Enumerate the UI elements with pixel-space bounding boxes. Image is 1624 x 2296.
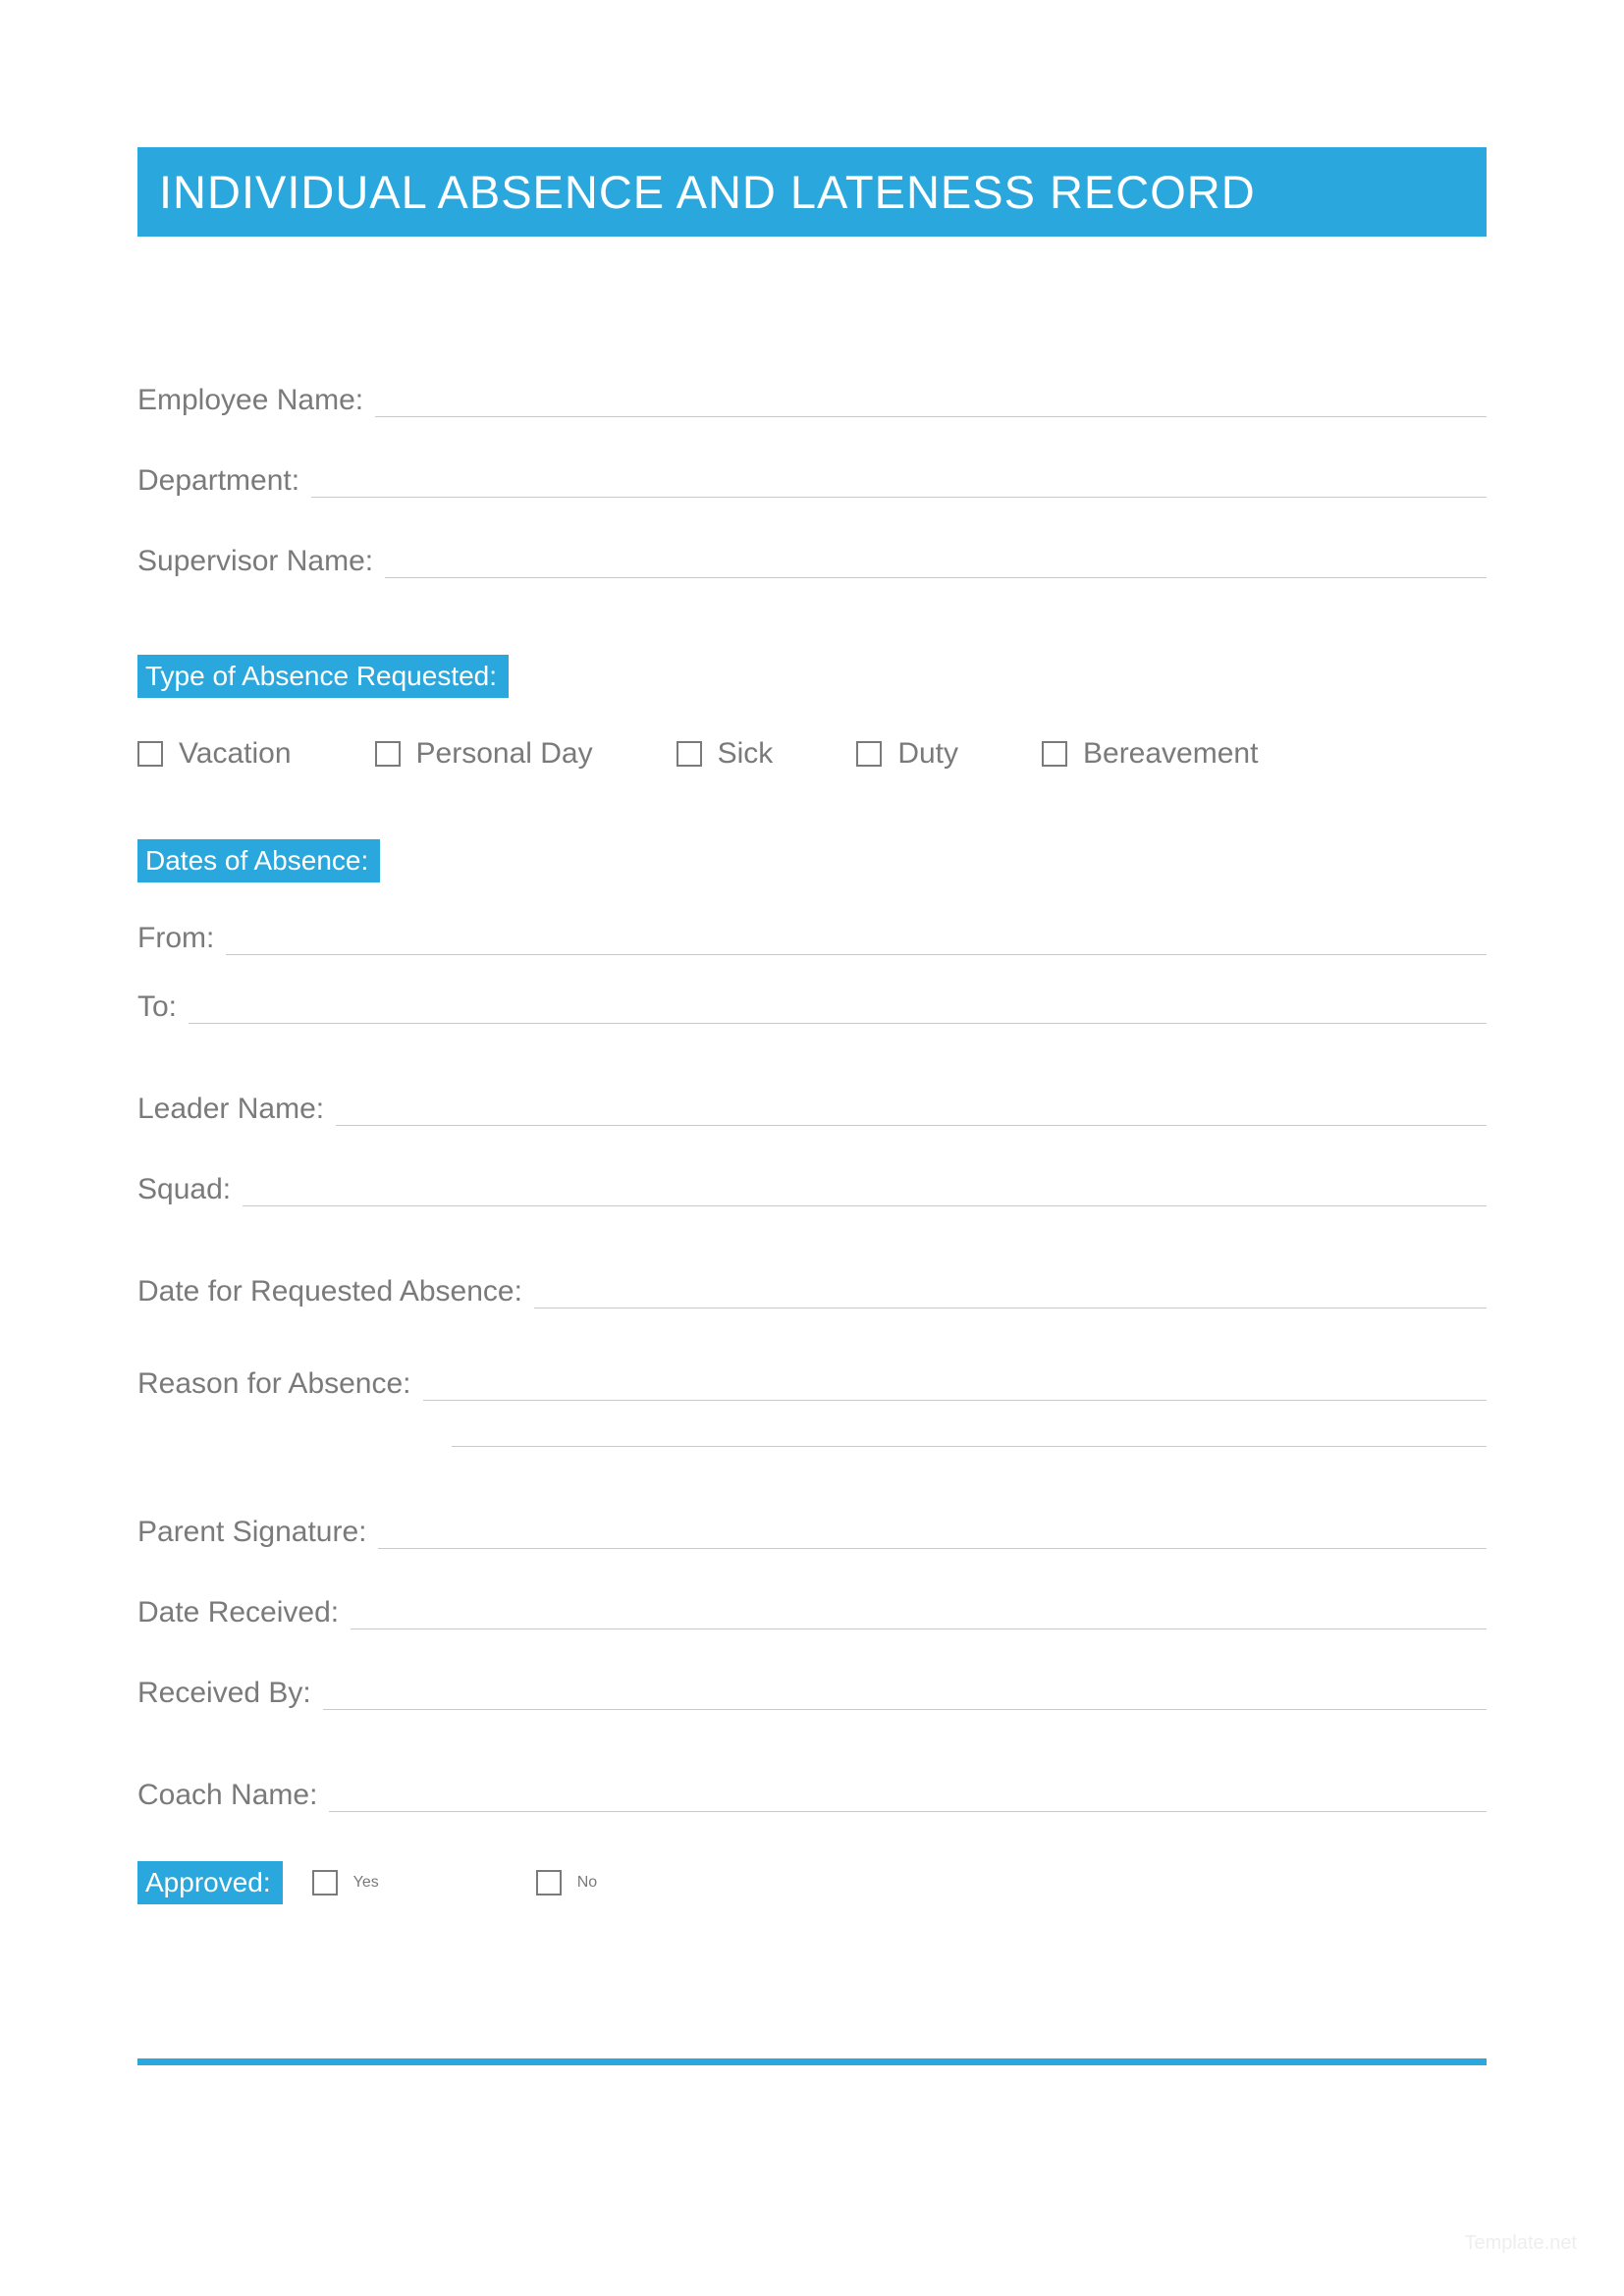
to-line[interactable]: [189, 1002, 1487, 1024]
coach-name-label: Coach Name:: [137, 1779, 317, 1812]
checkbox-icon[interactable]: [856, 741, 882, 767]
received-by-label: Received By:: [137, 1677, 311, 1710]
received-by-field[interactable]: Received By:: [137, 1677, 1487, 1710]
reason-label: Reason for Absence:: [137, 1367, 411, 1401]
checkbox-icon[interactable]: [536, 1870, 562, 1896]
supervisor-name-line[interactable]: [385, 557, 1487, 578]
page-title: INDIVIDUAL ABSENCE AND LATENESS RECORD: [137, 147, 1487, 237]
checkbox-icon[interactable]: [677, 741, 702, 767]
absence-type-options: Vacation Personal Day Sick Duty Bereavem…: [137, 737, 1487, 771]
leader-name-field[interactable]: Leader Name:: [137, 1093, 1487, 1126]
date-received-line[interactable]: [351, 1608, 1487, 1629]
coach-name-line[interactable]: [329, 1790, 1487, 1812]
approved-yes-option[interactable]: Yes: [312, 1870, 379, 1896]
squad-line[interactable]: [243, 1185, 1487, 1206]
date-requested-line[interactable]: [534, 1287, 1487, 1308]
date-requested-field[interactable]: Date for Requested Absence:: [137, 1275, 1487, 1308]
duty-option[interactable]: Duty: [856, 737, 958, 771]
checkbox-icon[interactable]: [1042, 741, 1067, 767]
from-field[interactable]: From:: [137, 922, 1487, 955]
checkbox-icon[interactable]: [375, 741, 401, 767]
leader-name-label: Leader Name:: [137, 1093, 324, 1126]
coach-name-field[interactable]: Coach Name:: [137, 1779, 1487, 1812]
employee-name-field[interactable]: Employee Name:: [137, 384, 1487, 417]
approved-yes-label: Yes: [353, 1874, 379, 1892]
received-by-line[interactable]: [323, 1688, 1487, 1710]
squad-field[interactable]: Squad:: [137, 1173, 1487, 1206]
from-line[interactable]: [226, 934, 1487, 955]
employee-name-line[interactable]: [375, 396, 1487, 417]
reason-line-2[interactable]: [452, 1446, 1487, 1447]
department-line[interactable]: [311, 476, 1487, 498]
to-field[interactable]: To:: [137, 990, 1487, 1024]
sick-option[interactable]: Sick: [677, 737, 774, 771]
supervisor-name-field[interactable]: Supervisor Name:: [137, 545, 1487, 578]
checkbox-icon[interactable]: [137, 741, 163, 767]
checkbox-icon[interactable]: [312, 1870, 338, 1896]
type-of-absence-heading: Type of Absence Requested:: [137, 655, 509, 698]
bereavement-option[interactable]: Bereavement: [1042, 737, 1258, 771]
supervisor-name-label: Supervisor Name:: [137, 545, 373, 578]
bereavement-label: Bereavement: [1083, 737, 1258, 771]
sick-label: Sick: [718, 737, 774, 771]
dates-of-absence-heading: Dates of Absence:: [137, 839, 380, 882]
department-label: Department:: [137, 464, 299, 498]
form-page: INDIVIDUAL ABSENCE AND LATENESS RECORD E…: [0, 0, 1624, 2296]
employee-name-label: Employee Name:: [137, 384, 363, 417]
date-requested-label: Date for Requested Absence:: [137, 1275, 522, 1308]
parent-signature-field[interactable]: Parent Signature:: [137, 1516, 1487, 1549]
personal-day-option[interactable]: Personal Day: [375, 737, 593, 771]
approved-no-label: No: [577, 1874, 597, 1892]
approved-heading: Approved:: [137, 1861, 283, 1904]
squad-label: Squad:: [137, 1173, 231, 1206]
reason-field[interactable]: Reason for Absence:: [137, 1367, 1487, 1401]
to-label: To:: [137, 990, 177, 1024]
footer-bar: [137, 2058, 1487, 2065]
reason-line[interactable]: [423, 1379, 1487, 1401]
approved-no-option[interactable]: No: [536, 1870, 597, 1896]
date-received-label: Date Received:: [137, 1596, 339, 1629]
vacation-option[interactable]: Vacation: [137, 737, 292, 771]
approved-row: Approved: Yes No: [137, 1861, 1487, 1904]
duty-label: Duty: [897, 737, 958, 771]
parent-signature-label: Parent Signature:: [137, 1516, 366, 1549]
parent-signature-line[interactable]: [378, 1527, 1487, 1549]
personal-day-label: Personal Day: [416, 737, 593, 771]
vacation-label: Vacation: [179, 737, 292, 771]
department-field[interactable]: Department:: [137, 464, 1487, 498]
from-label: From:: [137, 922, 214, 955]
watermark: Template.net: [1464, 2232, 1577, 2255]
leader-name-line[interactable]: [336, 1104, 1487, 1126]
date-received-field[interactable]: Date Received:: [137, 1596, 1487, 1629]
